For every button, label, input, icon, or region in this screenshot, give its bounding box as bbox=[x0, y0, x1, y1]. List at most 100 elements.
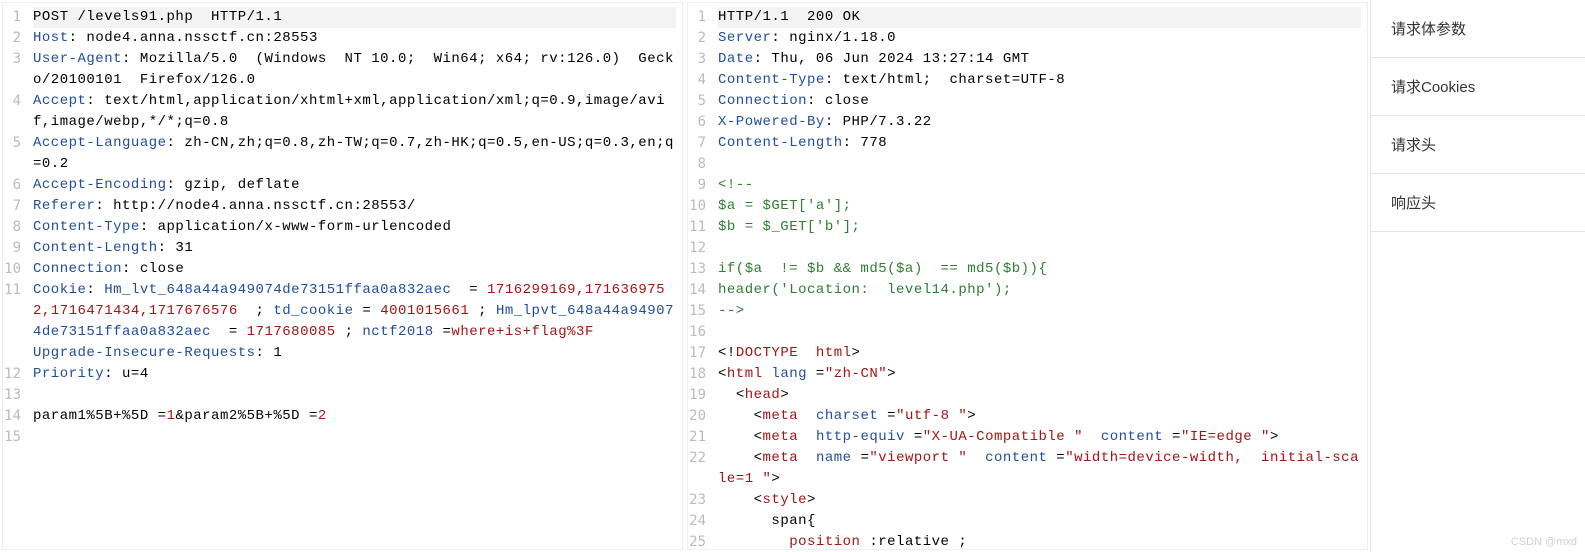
token: html bbox=[727, 366, 763, 382]
response-pane[interactable]: 1234567891011121314151617181920212223242… bbox=[687, 2, 1368, 550]
line-number: 1 bbox=[3, 7, 21, 28]
code-line[interactable]: <meta name ="viewport " content ="width=… bbox=[718, 448, 1361, 490]
code-line[interactable]: <html lang ="zh-CN"> bbox=[718, 364, 1361, 385]
code-line[interactable]: span{ bbox=[718, 511, 1361, 532]
code-line[interactable]: header('Location: level14.php'); bbox=[718, 280, 1361, 301]
code-line[interactable]: Server: nginx/1.18.0 bbox=[718, 28, 1361, 49]
token: "IE=edge " bbox=[1181, 429, 1270, 445]
token: --> bbox=[718, 303, 745, 319]
code-line[interactable] bbox=[718, 154, 1361, 175]
token: param1%5B+%5D bbox=[33, 408, 149, 424]
code-line[interactable]: X-Powered-By: PHP/7.3.22 bbox=[718, 112, 1361, 133]
code-line[interactable]: Connection: close bbox=[33, 259, 676, 280]
token bbox=[798, 429, 816, 445]
token: : text/html,application/xhtml+xml,applic… bbox=[33, 93, 665, 130]
sidebar-item-body-params[interactable]: 请求体参数 bbox=[1371, 0, 1585, 58]
token: ; bbox=[247, 303, 274, 319]
code-line[interactable]: Connection: close bbox=[718, 91, 1361, 112]
token: = bbox=[878, 408, 896, 424]
token: 4001015661 bbox=[380, 303, 469, 319]
code-line[interactable] bbox=[718, 238, 1361, 259]
line-number: 24 bbox=[688, 511, 706, 532]
watermark: CSDN @mxd bbox=[1511, 536, 1577, 548]
token: style bbox=[763, 492, 808, 508]
token bbox=[798, 408, 816, 424]
token: : Mozilla/5.0 (Windows NT 10.0; Win64; x… bbox=[33, 51, 674, 88]
line-number: 5 bbox=[3, 133, 21, 175]
line-number: 3 bbox=[3, 49, 21, 91]
line-number: 9 bbox=[3, 238, 21, 259]
code-line[interactable]: <head> bbox=[718, 385, 1361, 406]
sidebar-item-req-headers[interactable]: 请求头 bbox=[1371, 116, 1585, 174]
sidebar-item-cookies[interactable]: 请求Cookies bbox=[1371, 58, 1585, 116]
code-line[interactable]: HTTP/1.1 200 OK bbox=[718, 7, 1361, 28]
token: : close bbox=[807, 93, 869, 109]
code-line[interactable]: $b = $_GET['b']; bbox=[718, 217, 1361, 238]
code-line[interactable]: Accept-Language: zh-CN,zh;q=0.8,zh-TW;q=… bbox=[33, 133, 676, 175]
line-number: 9 bbox=[688, 175, 706, 196]
code-line[interactable]: <meta http-equiv ="X-UA-Compatible " con… bbox=[718, 427, 1361, 448]
token: = bbox=[905, 429, 923, 445]
response-gutter: 1234567891011121314151617181920212223242… bbox=[688, 3, 712, 550]
sidebar-item-res-headers[interactable]: 响应头 bbox=[1371, 174, 1585, 232]
line-number: 14 bbox=[3, 406, 21, 427]
line-number: 7 bbox=[688, 133, 706, 154]
code-line[interactable]: <meta charset ="utf-8 "> bbox=[718, 406, 1361, 427]
code-line[interactable]: Accept-Encoding: gzip, deflate bbox=[33, 175, 676, 196]
token: < bbox=[718, 450, 763, 466]
token: = bbox=[149, 408, 167, 424]
token: : application/x-www-form-urlencoded bbox=[140, 219, 452, 235]
token: = bbox=[1163, 429, 1181, 445]
response-code[interactable]: HTTP/1.1 200 OKServer: nginx/1.18.0Date:… bbox=[712, 3, 1367, 550]
token: :relative ; bbox=[860, 534, 967, 550]
token: > bbox=[807, 492, 816, 508]
line-number: 2 bbox=[688, 28, 706, 49]
code-line[interactable]: --> bbox=[718, 301, 1361, 322]
token: : http://node4.anna.nssctf.cn:28553/ bbox=[95, 198, 415, 214]
request-code[interactable]: POST /levels91.php HTTP/1.1 Host: node4.a… bbox=[27, 3, 682, 452]
code-line[interactable]: Content-Type: text/html; charset=UTF-8 bbox=[718, 70, 1361, 91]
code-line[interactable]: Cookie: Hm_lvt_648a44a949074de73151ffaa0… bbox=[33, 280, 676, 343]
token: $a = $GET['a']; bbox=[718, 198, 852, 214]
line-number: 25 bbox=[688, 532, 706, 550]
token: = bbox=[220, 324, 247, 340]
code-line[interactable]: User-Agent: Mozilla/5.0 (Windows NT 10.0… bbox=[33, 49, 676, 91]
token: POST /levels91.php HTTP/1.1 bbox=[33, 9, 282, 25]
token: Accept-Encoding bbox=[33, 177, 167, 193]
code-line[interactable] bbox=[718, 322, 1361, 343]
code-line[interactable]: <!DOCTYPE html> bbox=[718, 343, 1361, 364]
token: meta bbox=[763, 450, 799, 466]
token: : close bbox=[122, 261, 184, 277]
line-number: 16 bbox=[688, 322, 706, 343]
code-line[interactable]: Host: node4.anna.nssctf.cn:28553 bbox=[33, 28, 676, 49]
code-line[interactable]: Date: Thu, 06 Jun 2024 13:27:14 GMT bbox=[718, 49, 1361, 70]
token: = bbox=[460, 282, 487, 298]
code-line[interactable]: if($a != $b && md5($a) == md5($b)){ bbox=[718, 259, 1361, 280]
token: $b = $_GET['b']; bbox=[718, 219, 860, 235]
token: : nginx/1.18.0 bbox=[771, 30, 896, 46]
line-number: 2 bbox=[3, 28, 21, 49]
token: = bbox=[807, 366, 825, 382]
code-line[interactable]: Content-Length: 778 bbox=[718, 133, 1361, 154]
code-line[interactable]: <style> bbox=[718, 490, 1361, 511]
code-line[interactable]: <!-- bbox=[718, 175, 1361, 196]
code-line[interactable]: Upgrade-Insecure-Requests: 1 bbox=[33, 343, 676, 364]
request-pane[interactable]: 123456789101112131415 POST /levels91.php… bbox=[2, 2, 683, 550]
code-line[interactable]: Content-Type: application/x-www-form-url… bbox=[33, 217, 676, 238]
code-line[interactable]: Content-Length: 31 bbox=[33, 238, 676, 259]
token: > bbox=[771, 471, 780, 487]
token: : u=4 bbox=[104, 366, 149, 382]
token bbox=[967, 450, 985, 466]
code-line[interactable] bbox=[33, 385, 676, 406]
code-line[interactable]: Referer: http://node4.anna.nssctf.cn:285… bbox=[33, 196, 676, 217]
code-line[interactable]: Priority: u=4 bbox=[33, 364, 676, 385]
code-line[interactable]: $a = $GET['a']; bbox=[718, 196, 1361, 217]
code-line[interactable]: position :relative ; bbox=[718, 532, 1361, 550]
code-line[interactable]: Accept: text/html,application/xhtml+xml,… bbox=[33, 91, 676, 133]
line-number: 4 bbox=[3, 91, 21, 133]
code-line[interactable]: POST /levels91.php HTTP/1.1 bbox=[33, 7, 676, 28]
code-line[interactable]: param1%5B+%5D =1&param2%5B+%5D =2 bbox=[33, 406, 676, 427]
token: : 31 bbox=[158, 240, 194, 256]
token: content bbox=[1101, 429, 1163, 445]
token: = bbox=[353, 303, 380, 319]
